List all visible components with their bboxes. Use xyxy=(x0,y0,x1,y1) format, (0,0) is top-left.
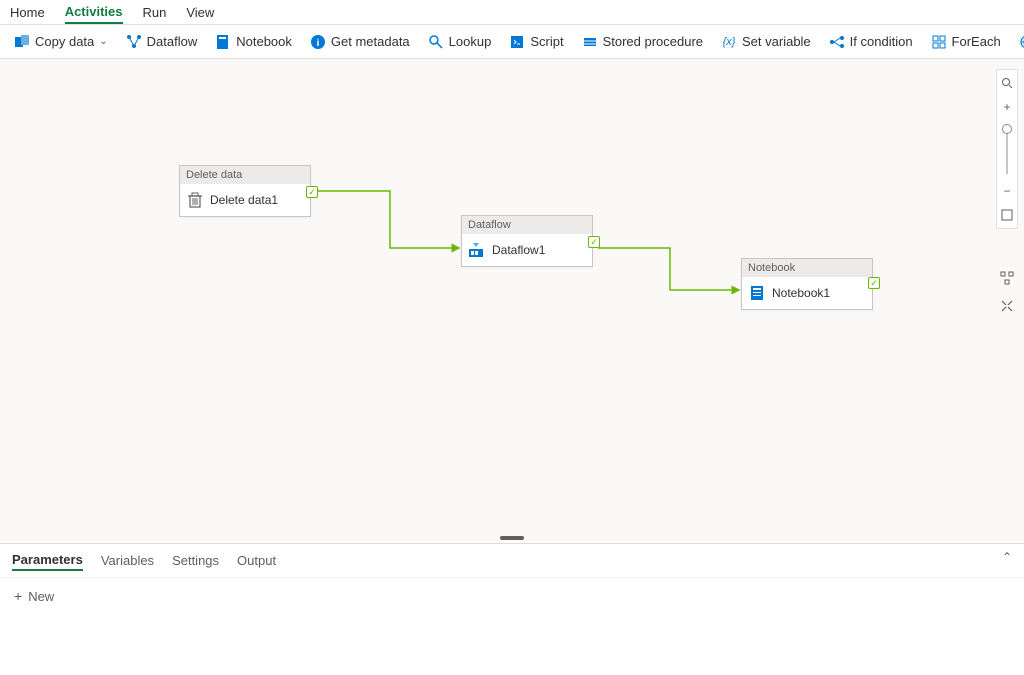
activity-notebook[interactable]: Notebook Notebook1 ✓ xyxy=(741,258,873,310)
script-label: Script xyxy=(530,34,563,49)
canvas-tools xyxy=(996,269,1018,315)
if-condition-label: If condition xyxy=(850,34,913,49)
zoom-controls: + − xyxy=(996,69,1018,229)
web-button[interactable]: Web xyxy=(1013,31,1024,53)
panel-resize-handle[interactable] xyxy=(500,536,524,540)
notebook-icon xyxy=(215,34,231,50)
stored-procedure-button[interactable]: Stored procedure xyxy=(576,31,709,53)
new-parameter-button[interactable]: + New xyxy=(14,588,1010,604)
tab-home[interactable]: Home xyxy=(10,2,45,23)
lookup-button[interactable]: Lookup xyxy=(422,31,498,53)
notebook-button[interactable]: Notebook xyxy=(209,31,298,53)
tab-parameters[interactable]: Parameters xyxy=(12,550,83,571)
foreach-label: ForEach xyxy=(952,34,1001,49)
fit-screen-button[interactable] xyxy=(998,206,1016,224)
bottom-panel: Parameters Variables Settings Output ⌃ +… xyxy=(0,543,1024,675)
foreach-button[interactable]: ForEach xyxy=(925,31,1007,53)
copy-data-button[interactable]: Copy data ⌄ xyxy=(8,31,114,53)
success-check-icon: ✓ xyxy=(868,277,880,289)
activity-name: Notebook1 xyxy=(772,286,830,300)
dataflow-icon xyxy=(126,34,142,50)
set-variable-label: Set variable xyxy=(742,34,811,49)
activity-type-label: Delete data xyxy=(180,166,310,184)
tab-variables[interactable]: Variables xyxy=(101,551,154,570)
script-icon xyxy=(509,34,525,50)
pipeline-canvas[interactable]: Delete data Delete data1 ✓ Dataflow Data… xyxy=(0,59,1024,541)
variable-icon: {x} xyxy=(721,34,737,50)
dataflow-label: Dataflow xyxy=(147,34,198,49)
copy-data-icon xyxy=(14,34,30,50)
zoom-out-button[interactable]: − xyxy=(998,182,1016,200)
stored-proc-icon xyxy=(582,34,598,50)
collapse-panel-button[interactable]: ⌃ xyxy=(1002,550,1012,564)
activity-dataflow[interactable]: Dataflow Dataflow1 ✓ xyxy=(461,215,593,267)
tab-output[interactable]: Output xyxy=(237,551,276,570)
get-metadata-label: Get metadata xyxy=(331,34,410,49)
foreach-icon xyxy=(931,34,947,50)
activity-type-label: Dataflow xyxy=(462,216,592,234)
new-label: New xyxy=(28,589,54,604)
get-metadata-button[interactable]: i Get metadata xyxy=(304,31,416,53)
copy-data-label: Copy data xyxy=(35,34,94,49)
chevron-down-icon: ⌄ xyxy=(99,36,107,47)
script-button[interactable]: Script xyxy=(503,31,569,53)
zoom-in-button[interactable]: + xyxy=(998,98,1016,116)
notebook-activity-icon xyxy=(748,284,766,302)
top-tabs: Home Activities Run View xyxy=(0,0,1024,25)
success-check-icon: ✓ xyxy=(588,236,600,248)
success-check-icon: ✓ xyxy=(306,186,318,198)
collapse-button[interactable] xyxy=(998,297,1016,315)
autolayout-button[interactable] xyxy=(998,269,1016,287)
tab-settings[interactable]: Settings xyxy=(172,551,219,570)
zoom-search-icon[interactable] xyxy=(998,74,1016,92)
activity-name: Delete data1 xyxy=(210,193,278,207)
tab-run[interactable]: Run xyxy=(143,2,167,23)
dataflow-activity-icon xyxy=(468,241,486,259)
plus-icon: + xyxy=(14,588,22,604)
trash-icon xyxy=(186,191,204,209)
lookup-label: Lookup xyxy=(449,34,492,49)
if-condition-button[interactable]: If condition xyxy=(823,31,919,53)
set-variable-button[interactable]: {x} Set variable xyxy=(715,31,817,53)
branch-icon xyxy=(829,34,845,50)
svg-text:i: i xyxy=(317,38,320,49)
activities-toolbar: Copy data ⌄ Dataflow Notebook i Get meta… xyxy=(0,25,1024,59)
tab-activities[interactable]: Activities xyxy=(65,1,123,24)
stored-proc-label: Stored procedure xyxy=(603,34,703,49)
zoom-slider[interactable] xyxy=(1006,124,1008,174)
notebook-label: Notebook xyxy=(236,34,292,49)
activity-delete-data[interactable]: Delete data Delete data1 ✓ xyxy=(179,165,311,217)
bottom-tabs: Parameters Variables Settings Output ⌃ xyxy=(0,544,1024,578)
globe-icon xyxy=(1019,34,1024,50)
search-icon xyxy=(428,34,444,50)
dataflow-button[interactable]: Dataflow xyxy=(120,31,204,53)
info-icon: i xyxy=(310,34,326,50)
activity-type-label: Notebook xyxy=(742,259,872,277)
tab-view[interactable]: View xyxy=(186,2,214,23)
zoom-handle[interactable] xyxy=(1002,124,1012,134)
activity-name: Dataflow1 xyxy=(492,243,545,257)
